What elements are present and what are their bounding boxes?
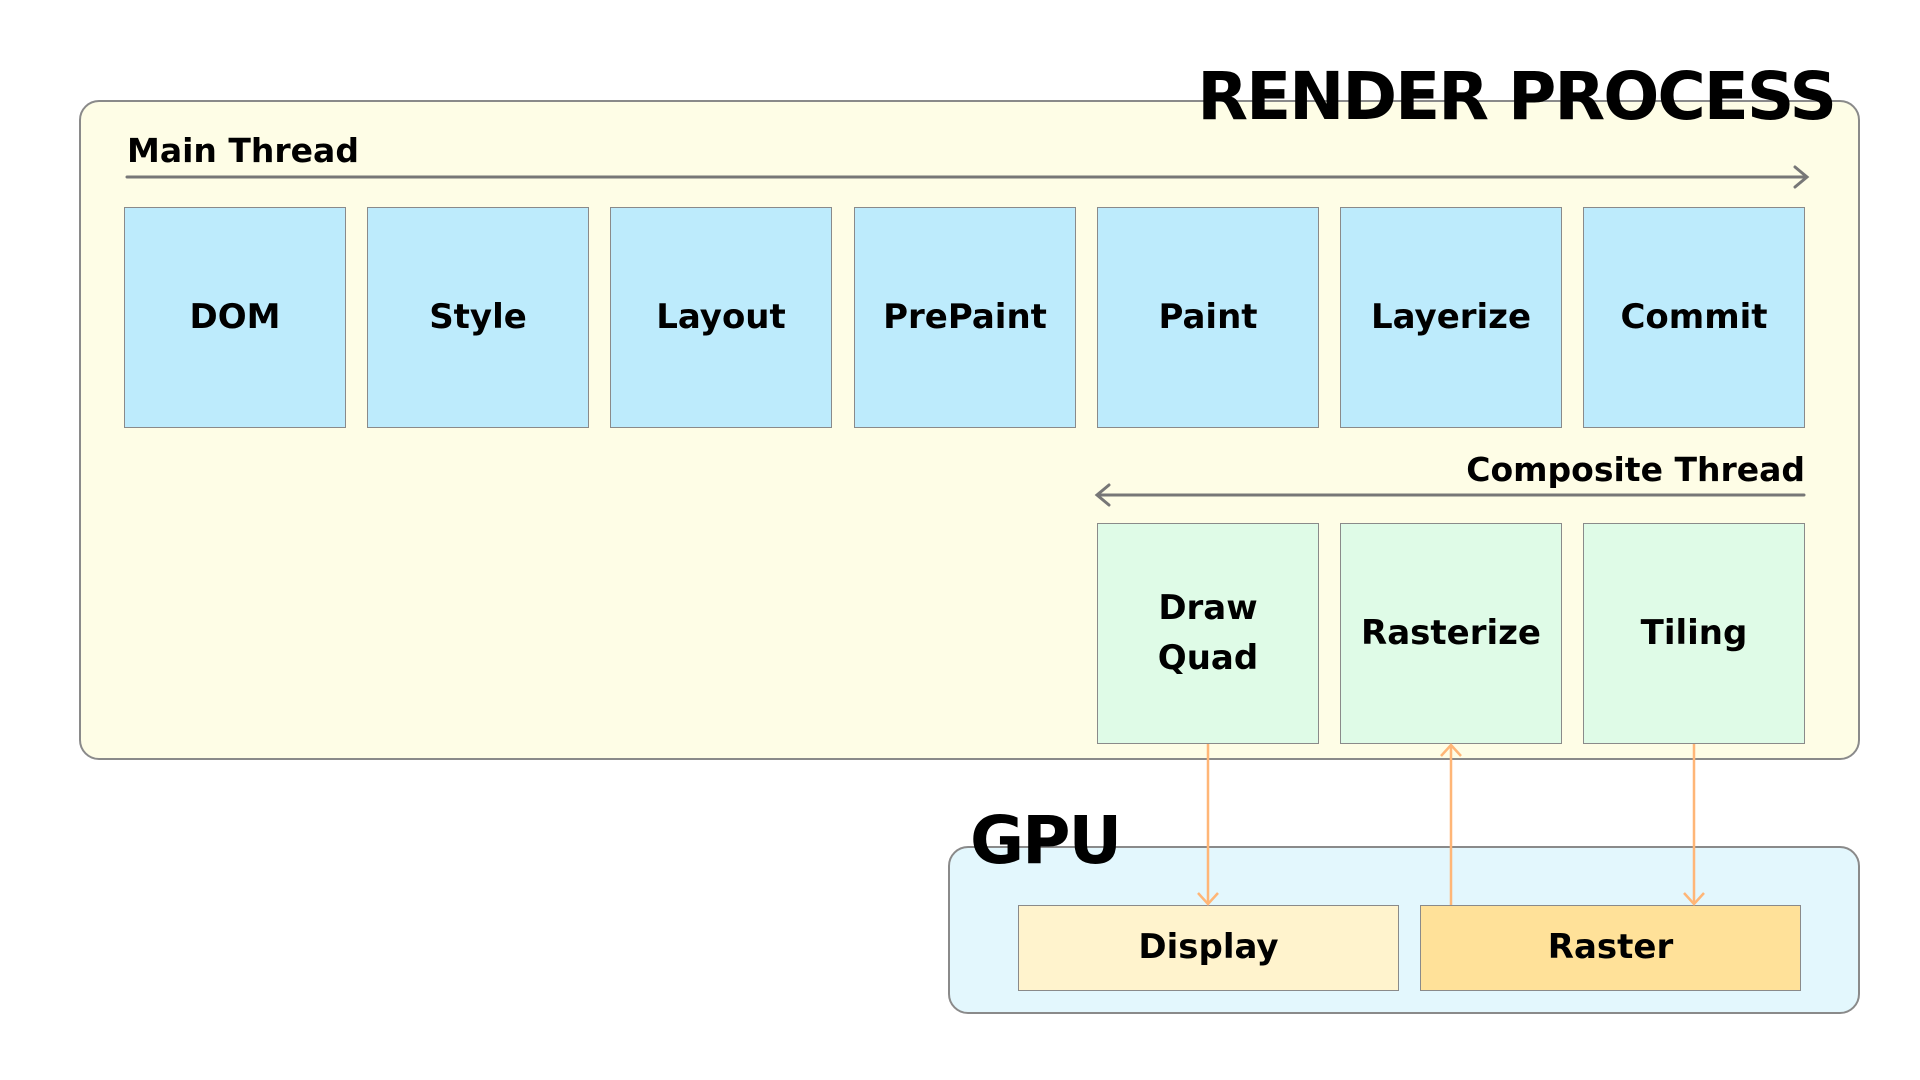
gpu-step-raster: Raster [1420, 905, 1801, 991]
step-paint: Paint [1097, 207, 1319, 428]
step-layout: Layout [610, 207, 832, 428]
main-thread-label: Main Thread [127, 131, 359, 170]
step-rasterize: Rasterize [1340, 523, 1562, 744]
gpu-step-display: Display [1018, 905, 1399, 991]
step-draw-quad: Draw Quad [1097, 523, 1319, 744]
step-commit: Commit [1583, 207, 1805, 428]
step-tiling: Tiling [1583, 523, 1805, 744]
step-layerize: Layerize [1340, 207, 1562, 428]
composite-thread-label: Composite Thread [1466, 450, 1805, 489]
render-process-title: RENDER PROCESS [1197, 58, 1837, 135]
step-prepaint: PrePaint [854, 207, 1076, 428]
step-dom: DOM [124, 207, 346, 428]
step-style: Style [367, 207, 589, 428]
gpu-title: GPU [970, 802, 1122, 879]
